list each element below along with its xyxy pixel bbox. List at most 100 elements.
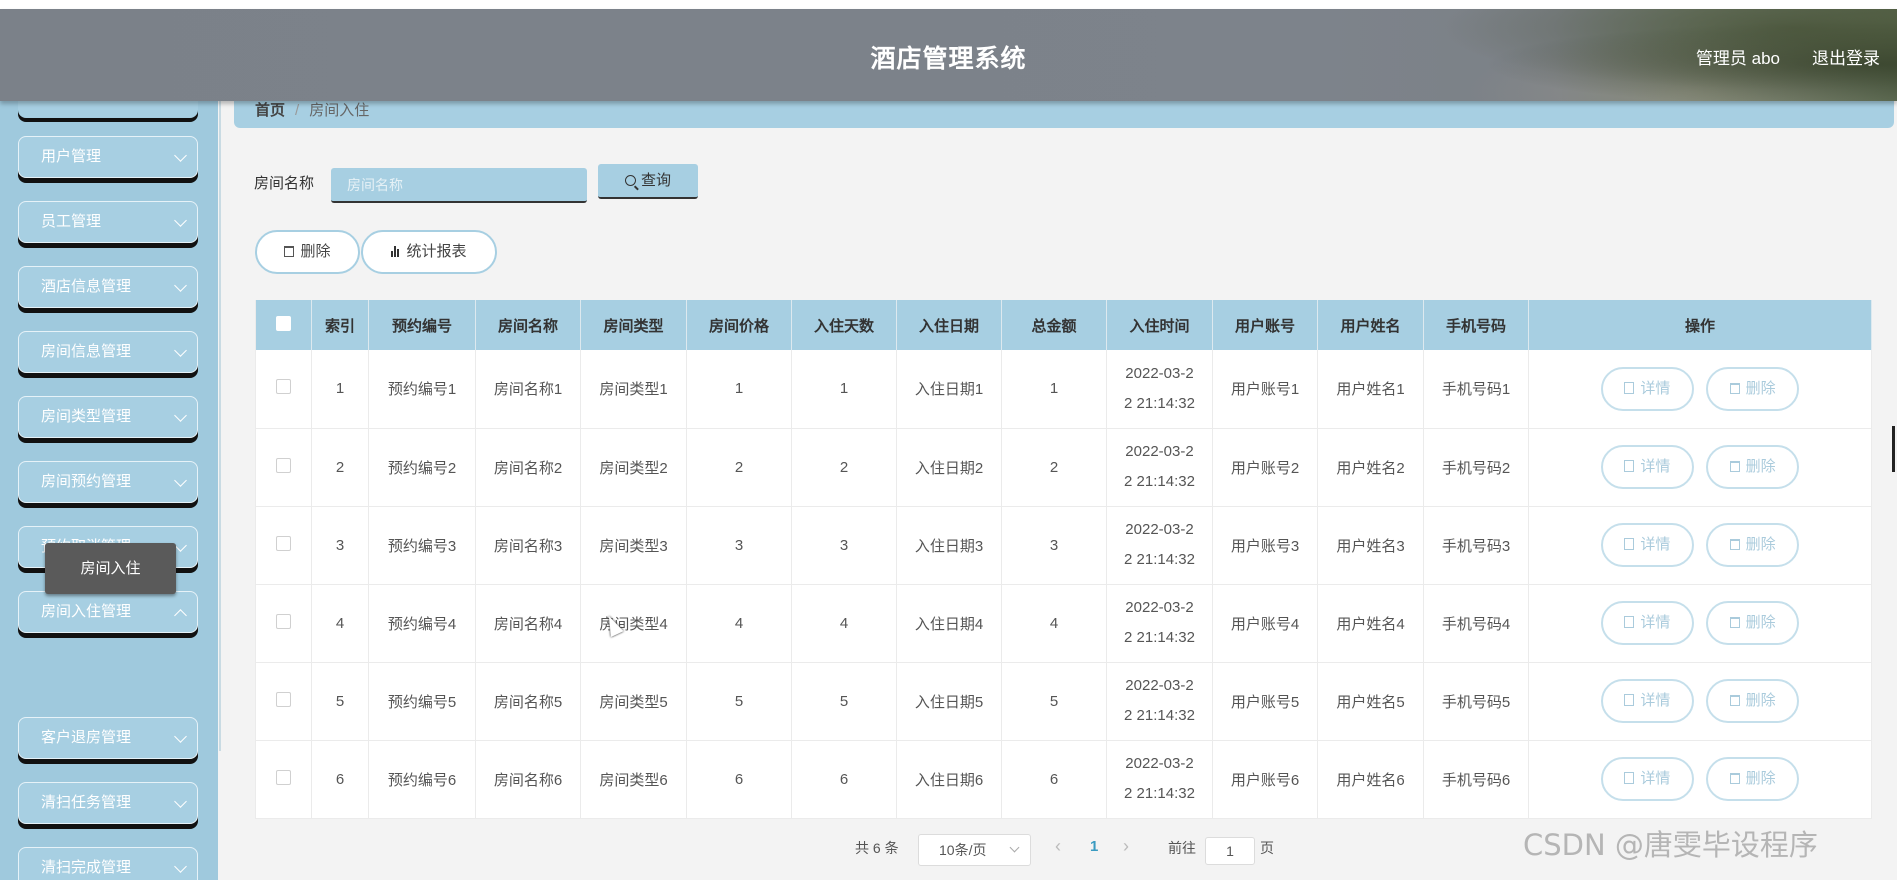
row-delete-button[interactable]: 删除: [1706, 679, 1800, 723]
cell-total: 6: [1001, 740, 1107, 819]
search-button[interactable]: 查询: [598, 164, 698, 199]
row-select-cell: [255, 506, 312, 585]
bulk-delete-button[interactable]: 删除: [255, 230, 360, 274]
cell-code: 预约编号5: [368, 662, 476, 741]
search-label: 房间名称: [254, 175, 315, 192]
row-delete-button[interactable]: 删除: [1706, 601, 1800, 645]
sidebar-item-checkin[interactable]: 房间入住管理: [18, 591, 198, 633]
sidebar-item-label: 用户管理: [41, 148, 102, 165]
chevron-down-icon: [174, 860, 187, 873]
cell-total: 4: [1001, 584, 1107, 663]
row-delete-button[interactable]: 删除: [1706, 445, 1800, 489]
window-edge-marker: [1892, 426, 1895, 472]
chevron-down-icon: [174, 214, 187, 227]
chevron-down-icon: [1009, 842, 1020, 853]
cell-uname: 用户姓名1: [1317, 350, 1424, 429]
cell-time-line2: 2 21:14:32: [1124, 785, 1195, 802]
cell-days: 2: [791, 428, 897, 507]
detail-button[interactable]: 详情: [1600, 523, 1694, 567]
cell-checkin-time: 2022-03-2 2 21:14:32: [1106, 428, 1213, 507]
page-size-select[interactable]: 10条/页: [918, 834, 1031, 866]
detail-label: 详情: [1640, 379, 1671, 397]
goto-page-input[interactable]: [1205, 837, 1255, 865]
sidebar-item-room-booking[interactable]: 房间预约管理: [18, 461, 198, 503]
row-delete-button[interactable]: 删除: [1706, 757, 1800, 801]
cell-idx: 3: [311, 506, 369, 585]
cell-date: 入住日期4: [896, 584, 1002, 663]
cell-total: 1: [1001, 350, 1107, 429]
cell-checkin-time: 2022-03-2 2 21:14:32: [1106, 662, 1213, 741]
row-checkbox[interactable]: [276, 613, 291, 629]
sidebar-item-hotel-info[interactable]: 酒店信息管理: [18, 266, 198, 308]
cell-uname: 用户姓名6: [1317, 740, 1424, 819]
cell-name: 房间名称5: [475, 662, 581, 741]
cell-checkin-time: 2022-03-2 2 21:14:32: [1106, 584, 1213, 663]
cell-uname: 用户姓名3: [1317, 506, 1424, 585]
stats-report-button[interactable]: 统计报表: [361, 230, 497, 274]
row-checkbox[interactable]: [276, 379, 291, 395]
detail-button[interactable]: 详情: [1600, 679, 1694, 723]
sidebar-item-room-info[interactable]: 房间信息管理: [18, 331, 198, 373]
trash-icon: [1729, 382, 1740, 394]
row-checkbox[interactable]: [276, 769, 291, 785]
cell-uname: 用户姓名4: [1317, 584, 1424, 663]
cell-name: 房间名称4: [475, 584, 581, 663]
cell-checkin-time: 2022-03-2 2 21:14:32: [1106, 740, 1213, 819]
detail-label: 详情: [1640, 770, 1671, 787]
select-all-checkbox[interactable]: [276, 315, 291, 331]
sidebar-item-checkout[interactable]: 客户退房管理: [18, 717, 198, 759]
detail-button[interactable]: 详情: [1600, 366, 1694, 411]
cell-idx: 5: [311, 662, 369, 741]
cell-total: 5: [1001, 662, 1107, 741]
cell-date: 入住日期2: [896, 428, 1002, 507]
row-delete-label: 删除: [1745, 614, 1776, 631]
chevron-down-icon: [174, 149, 187, 162]
sidebar-item-users[interactable]: 用户管理: [18, 136, 198, 178]
row-checkbox[interactable]: [276, 535, 291, 551]
sidebar-item-clean-task[interactable]: 清扫任务管理: [18, 782, 198, 824]
detail-button[interactable]: 详情: [1600, 757, 1694, 801]
cell-total: 2: [1001, 428, 1107, 507]
sidebar-item-staff[interactable]: 员工管理: [18, 201, 198, 243]
row-select-cell: [255, 584, 312, 663]
row-delete-button[interactable]: 删除: [1706, 366, 1800, 411]
top-header: 酒店管理系统 管理员 abo 退出登录: [0, 9, 1897, 101]
cell-account: 用户账号6: [1212, 740, 1318, 819]
current-user: 管理员 abo: [1695, 49, 1780, 68]
sidebar-scrollbar[interactable]: [219, 101, 221, 751]
chevron-down-icon: [174, 539, 187, 552]
sidebar-item-room-type[interactable]: 房间类型管理: [18, 396, 198, 438]
cell-code: 预约编号2: [368, 428, 476, 507]
sidebar-item-label: 清扫任务管理: [41, 794, 132, 811]
cell-date: 入住日期3: [896, 506, 1002, 585]
row-checkbox[interactable]: [276, 457, 291, 473]
trash-icon: [1729, 461, 1740, 472]
detail-label: 详情: [1640, 536, 1671, 553]
document-icon: [1624, 381, 1635, 394]
col-checkin-date: 入住日期: [896, 300, 1002, 350]
row-delete-button[interactable]: 删除: [1706, 523, 1800, 567]
pagination-total: 共 6 条: [855, 840, 899, 856]
cell-code: 预约编号1: [368, 350, 476, 429]
logout-link[interactable]: 退出登录: [1812, 44, 1880, 69]
sidebar-item-clean-done[interactable]: 清扫完成管理: [18, 847, 198, 880]
breadcrumb-home[interactable]: 首页: [255, 102, 285, 119]
sidebar-item-partial[interactable]: [18, 101, 198, 118]
cell-phone: 手机号码3: [1423, 506, 1529, 585]
next-page-button[interactable]: ›: [1123, 836, 1129, 857]
detail-button[interactable]: 详情: [1600, 601, 1694, 645]
sidebar-subitem-checkin[interactable]: 房间入住: [45, 543, 176, 594]
search-input[interactable]: [331, 168, 587, 203]
cell-name: 房间名称3: [475, 506, 581, 585]
row-checkbox[interactable]: [276, 691, 291, 707]
cell-days: 1: [791, 350, 897, 429]
prev-page-button[interactable]: ‹: [1055, 836, 1061, 857]
cell-time-line2: 2 21:14:32: [1124, 707, 1195, 724]
cell-time-line1: 2022-03-2: [1125, 364, 1194, 382]
current-page-number[interactable]: 1: [1090, 838, 1098, 855]
cell-phone: 手机号码4: [1423, 584, 1529, 663]
cell-account: 用户账号3: [1212, 506, 1318, 585]
detail-button[interactable]: 详情: [1600, 445, 1694, 489]
top-strip: [0, 0, 1897, 9]
cell-idx: 2: [311, 428, 369, 507]
